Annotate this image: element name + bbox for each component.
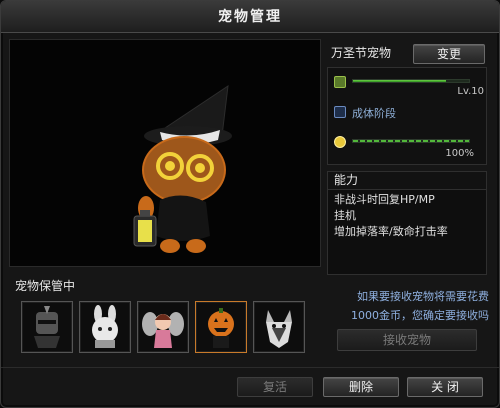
pet-preview [9,39,321,267]
pumpkin-pet-icon [208,308,234,348]
storage-slot-1[interactable] [21,301,73,353]
growth-bar-fill [353,140,469,142]
level-icon [334,76,346,88]
pet-management-window: 宠物管理 宠物保管中 万圣节宠物 变更 Lv.10 成体阶段 100% 能力 非… [0,0,500,408]
ability-item: 挂机 [334,209,356,222]
rabbit-pet-icon [92,305,118,348]
knight-pet-icon [34,306,60,348]
ability-item: 非战斗时回复HP/MP [334,193,435,206]
halloween-pet-illustration [133,84,232,253]
growth-icon [334,136,346,148]
receive-notice: 如果要接收宠物将需要花费 1000金币，您确定要接收吗 [331,287,489,325]
receive-notice-line-2: 1000金币，您确定要接收吗 [351,309,489,322]
growth-bar [352,139,470,143]
ability-title: 能力 [327,171,487,189]
ability-list: 非战斗时回复HP/MP 挂机 增加掉落率/致命打击率 [327,189,487,275]
fairy-pet-icon [142,312,184,348]
storage-slot-5[interactable] [253,301,305,353]
level-bar [352,79,470,83]
ability-item: 增加掉落率/致命打击率 [334,225,448,238]
level-bar-fill [353,80,446,82]
delete-button[interactable]: 删除 [323,377,399,397]
storage-label: 宠物保管中 [15,279,76,293]
wolf-pet-icon [266,310,292,348]
level-text: Lv.10 [457,86,484,97]
storage-slot-3[interactable] [137,301,189,353]
stage-icon [334,106,346,118]
storage-slot-4[interactable] [195,301,247,353]
revive-button[interactable]: 复活 [237,377,313,397]
receive-notice-line-1: 如果要接收宠物将需要花费 [357,290,489,303]
window-title: 宠物管理 [1,1,499,33]
pet-status-box: Lv.10 成体阶段 100% [327,67,487,165]
receive-pet-button[interactable]: 接收宠物 [337,329,477,351]
storage-slot-2[interactable] [79,301,131,353]
change-button[interactable]: 变更 [413,44,485,64]
growth-percent: 100% [445,148,474,159]
close-button[interactable]: 关 闭 [407,377,483,397]
footer-divider [1,367,499,368]
stage-label: 成体阶段 [352,107,396,120]
